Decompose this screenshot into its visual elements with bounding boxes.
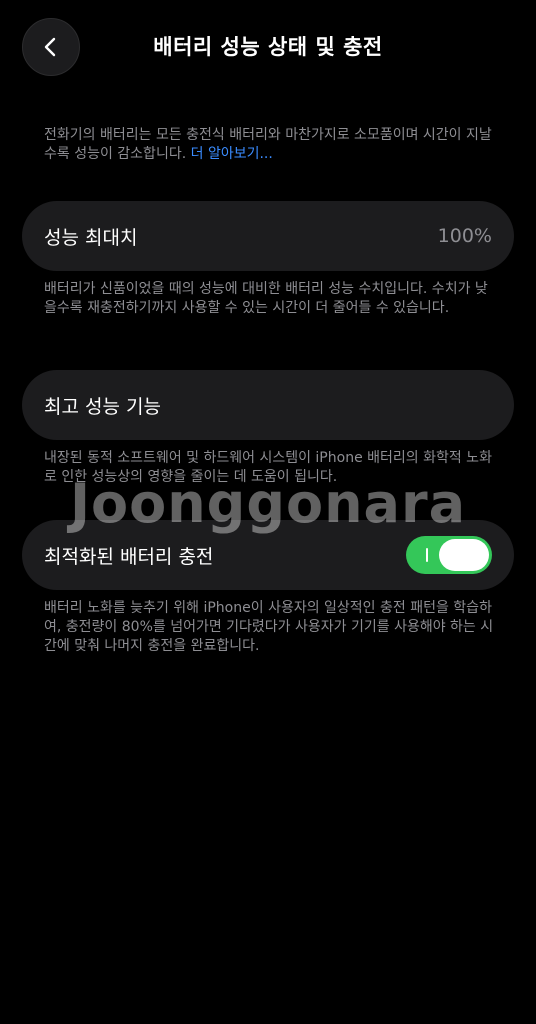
optimized-charging-note: 배터리 노화를 늦추기 위해 iPhone이 사용자의 일상적인 충전 패턴을 …	[44, 600, 494, 654]
peak-performance-note: 내장된 동적 소프트웨어 및 하드웨어 시스템이 iPhone 배터리의 화학적…	[44, 450, 492, 485]
intro-description: 전화기의 배터리는 모든 충전식 배터리와 마찬가지로 소모품이며 시간이 지날…	[44, 126, 499, 164]
navigation-header: 배터리 성능 상태 및 충전	[0, 0, 536, 96]
toggle-on-indicator-icon	[426, 548, 428, 562]
peak-performance-row[interactable]: 최고 성능 기능	[22, 370, 514, 440]
optimized-charging-toggle[interactable]	[406, 536, 492, 574]
max-capacity-note: 배터리가 신품이었을 때의 성능에 대비한 배터리 성능 수치입니다. 수치가 …	[44, 281, 488, 316]
optimized-charging-label: 최적화된 배터리 충전	[44, 545, 214, 568]
max-capacity-value: 100%	[437, 225, 492, 247]
page-title: 배터리 성능 상태 및 충전	[153, 35, 383, 59]
max-capacity-row: 성능 최대치 100%	[22, 201, 514, 271]
back-button[interactable]	[22, 18, 80, 76]
toggle-knob	[439, 539, 489, 571]
chevron-left-icon	[44, 37, 56, 57]
max-capacity-label: 성능 최대치	[44, 226, 138, 249]
peak-performance-label: 최고 성능 기능	[44, 395, 161, 418]
optimized-charging-row: 최적화된 배터리 충전	[22, 520, 514, 590]
learn-more-link[interactable]: 더 알아보기...	[191, 146, 273, 162]
